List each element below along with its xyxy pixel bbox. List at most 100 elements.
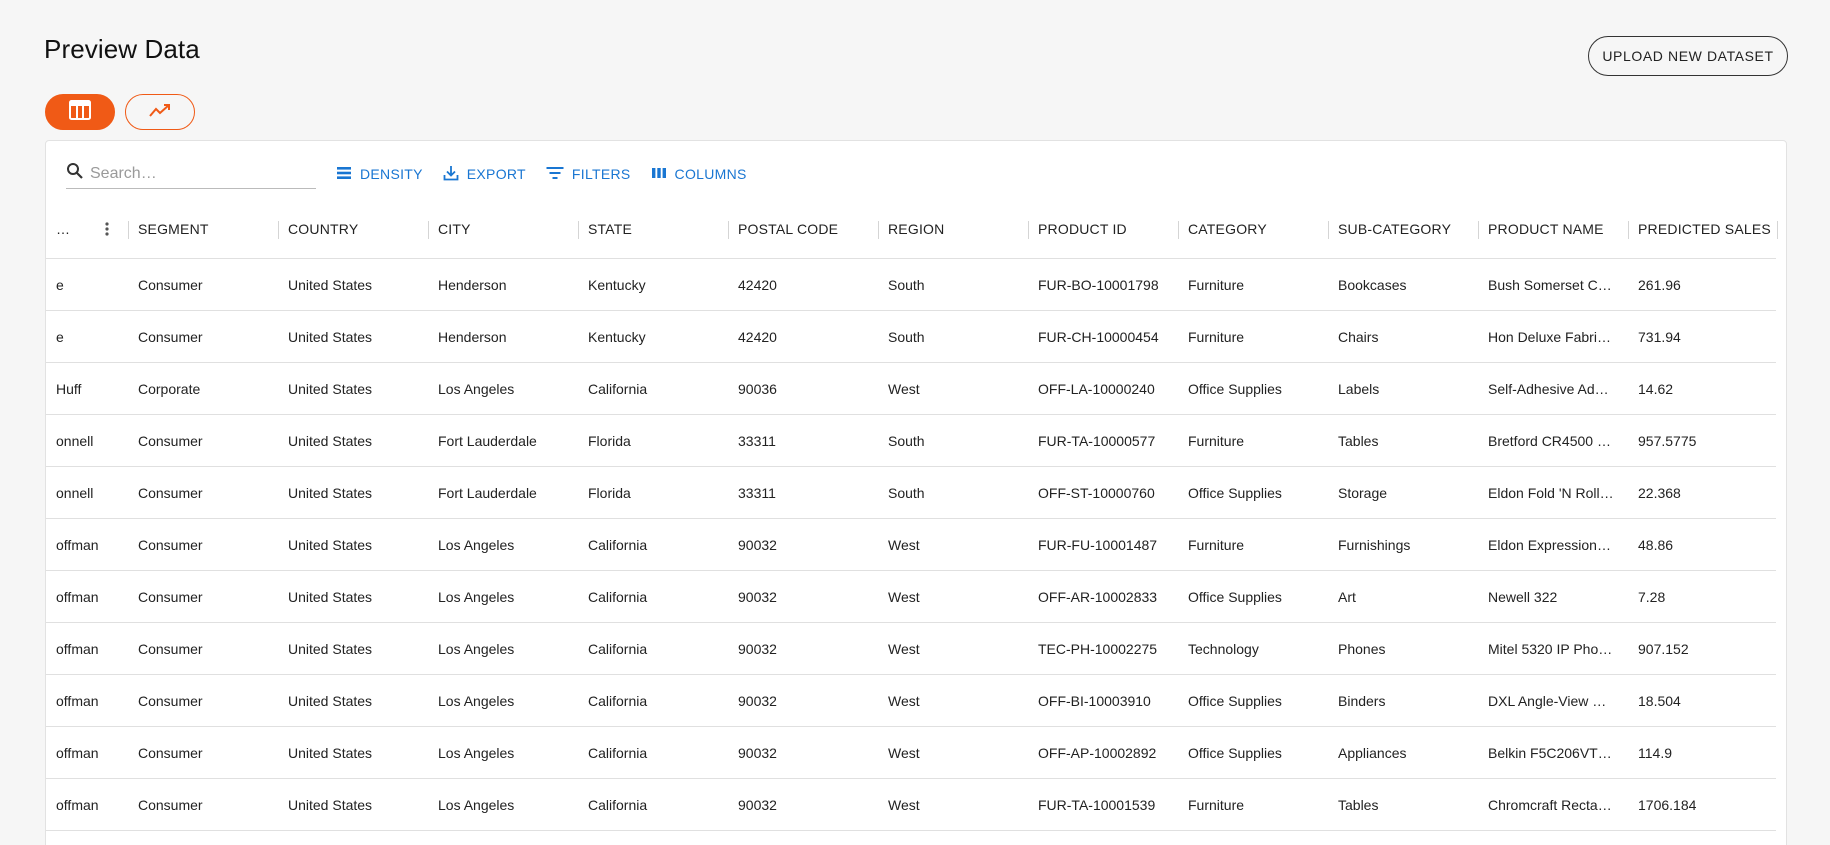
table-cell: Binders (1338, 693, 1386, 709)
table-cell: United States (288, 641, 373, 657)
table-cell: Consumer (138, 537, 203, 553)
table-cell: 261.96 (1638, 277, 1681, 293)
table-cell: Los Angeles (438, 797, 515, 813)
filters-button[interactable]: FILTERS (538, 159, 639, 189)
table-cell: California (588, 589, 648, 605)
table-cell: Belkin F5C206VT… (1488, 745, 1612, 761)
column-header[interactable]: POSTAL CODE (728, 199, 878, 259)
table-cell: OFF-AP-10002892 (1038, 745, 1157, 761)
table-cell: OFF-AR-10002833 (1038, 589, 1158, 605)
table-cell: Consumer (138, 589, 203, 605)
table-row[interactable]: onnell Consumer United States Fort Laude… (46, 467, 1776, 519)
table-cell: Florida (588, 485, 631, 501)
table-row[interactable]: offman Consumer United States Los Angele… (46, 623, 1776, 675)
table-cell: Furniture (1188, 433, 1245, 449)
table-cell: 33311 (738, 485, 776, 501)
table-cell: Florida (588, 433, 631, 449)
columns-button[interactable]: COLUMNS (643, 159, 755, 189)
table-cell: Office Supplies (1188, 693, 1282, 709)
table-cell: FUR-BO-10001798 (1038, 277, 1159, 293)
search-icon (66, 162, 84, 185)
table-cell: Art (1338, 589, 1356, 605)
table-icon (69, 99, 91, 125)
table-view-button[interactable] (45, 94, 115, 130)
upload-dataset-button[interactable]: UPLOAD NEW DATASET (1588, 36, 1788, 76)
column-header[interactable]: REGION (878, 199, 1028, 259)
table-cell: Office Supplies (1188, 589, 1282, 605)
table-cell: 90036 (738, 381, 777, 397)
column-header[interactable]: STATE (578, 199, 728, 259)
table-cell: California (588, 693, 648, 709)
table-cell: United States (288, 381, 373, 397)
table-row[interactable]: offman Consumer United States Los Angele… (46, 519, 1776, 571)
table-row[interactable]: offman Consumer United States Los Angele… (46, 571, 1776, 623)
column-menu-icon[interactable] (104, 221, 110, 242)
table-cell: Furniture (1188, 277, 1245, 293)
table-row[interactable]: offman Consumer United States Los Angele… (46, 727, 1776, 779)
table-cell: 957.5775 (1638, 433, 1697, 449)
table-cell: United States (288, 797, 373, 813)
table-cell: FUR-TA-10001539 (1038, 797, 1156, 813)
table-cell: Consumer (138, 641, 203, 657)
table-cell: e (56, 329, 64, 345)
table-row[interactable]: e Consumer United States Henderson Kentu… (46, 311, 1776, 363)
density-button[interactable]: DENSITY (328, 159, 431, 189)
filter-icon (546, 166, 564, 183)
table-cell: United States (288, 745, 373, 761)
column-separator[interactable] (1777, 221, 1778, 239)
column-header[interactable]: CATEGORY (1178, 199, 1328, 259)
density-icon (336, 166, 352, 183)
table-cell: United States (288, 693, 373, 709)
chart-view-button[interactable] (125, 94, 195, 130)
table-cell: 18.504 (1638, 693, 1681, 709)
column-header[interactable]: SUB-CATEGORY (1328, 199, 1478, 259)
table-cell: 42420 (738, 329, 777, 345)
table-cell: offman (56, 589, 99, 605)
column-header[interactable]: SEGMENT (128, 199, 278, 259)
table-cell: United States (288, 433, 373, 449)
table-cell: Los Angeles (438, 641, 515, 657)
column-header[interactable]: PREDICTED SALES (1628, 199, 1778, 259)
columns-label: COLUMNS (674, 166, 747, 182)
trend-line-icon (148, 102, 172, 123)
table-cell: Eldon Fold 'N Roll… (1488, 485, 1614, 501)
table-row[interactable]: offman Consumer United States Los Angele… (46, 675, 1776, 727)
table-row[interactable]: offman Consumer United States Los Angele… (46, 779, 1776, 831)
table-cell: West (888, 693, 920, 709)
column-header[interactable]: COUNTRY (278, 199, 428, 259)
table-cell: United States (288, 589, 373, 605)
table-row[interactable]: onnell Consumer United States Fort Laude… (46, 415, 1776, 467)
table-cell: 33311 (738, 433, 776, 449)
search-field[interactable] (66, 159, 316, 189)
export-label: EXPORT (466, 166, 526, 182)
table-cell: Los Angeles (438, 381, 515, 397)
table-cell: South (888, 433, 925, 449)
table-cell: South (888, 277, 925, 293)
table-cell: 7.28 (1638, 589, 1666, 605)
table-cell: 731.94 (1638, 329, 1681, 345)
table-cell: 22.368 (1638, 485, 1681, 501)
table-cell: Consumer (138, 329, 203, 345)
table-cell: Bookcases (1338, 277, 1407, 293)
table-cell: Mitel 5320 IP Pho… (1488, 641, 1613, 657)
table-cell: California (588, 797, 648, 813)
table-cell: Consumer (138, 433, 203, 449)
table-row[interactable]: Huff Corporate United States Los Angeles… (46, 363, 1776, 415)
table-cell: Phones (1338, 641, 1386, 657)
table-cell: Consumer (138, 745, 203, 761)
table-cell: California (588, 745, 648, 761)
table-cell: Technology (1188, 641, 1259, 657)
table-cell: Hon Deluxe Fabri… (1488, 329, 1611, 345)
table-cell: Chromcraft Recta… (1488, 797, 1612, 813)
search-input[interactable] (90, 164, 300, 183)
table-cell: Consumer (138, 797, 203, 813)
export-button[interactable]: EXPORT (435, 159, 534, 189)
table-row[interactable]: e Consumer United States Henderson Kentu… (46, 259, 1776, 311)
column-header[interactable]: PRODUCT NAME (1478, 199, 1628, 259)
table-cell: Huff (56, 381, 82, 397)
download-icon (443, 165, 459, 184)
column-header[interactable]: CITY (428, 199, 578, 259)
table-cell: FUR-CH-10000454 (1038, 329, 1159, 345)
column-header[interactable]: PRODUCT ID (1028, 199, 1178, 259)
columns-icon (651, 166, 667, 183)
